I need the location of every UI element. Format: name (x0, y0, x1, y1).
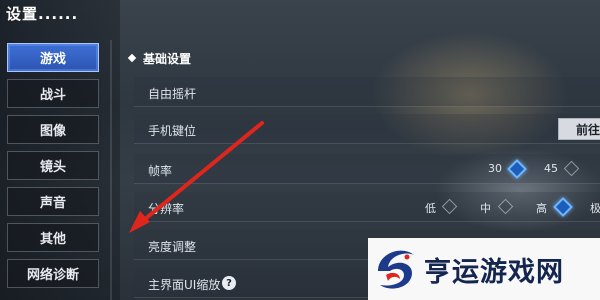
site-watermark: 亨运游戏网 (368, 238, 600, 300)
dragon-logo-icon (378, 250, 414, 289)
watermark-text: 亨运游戏网 (424, 257, 564, 288)
